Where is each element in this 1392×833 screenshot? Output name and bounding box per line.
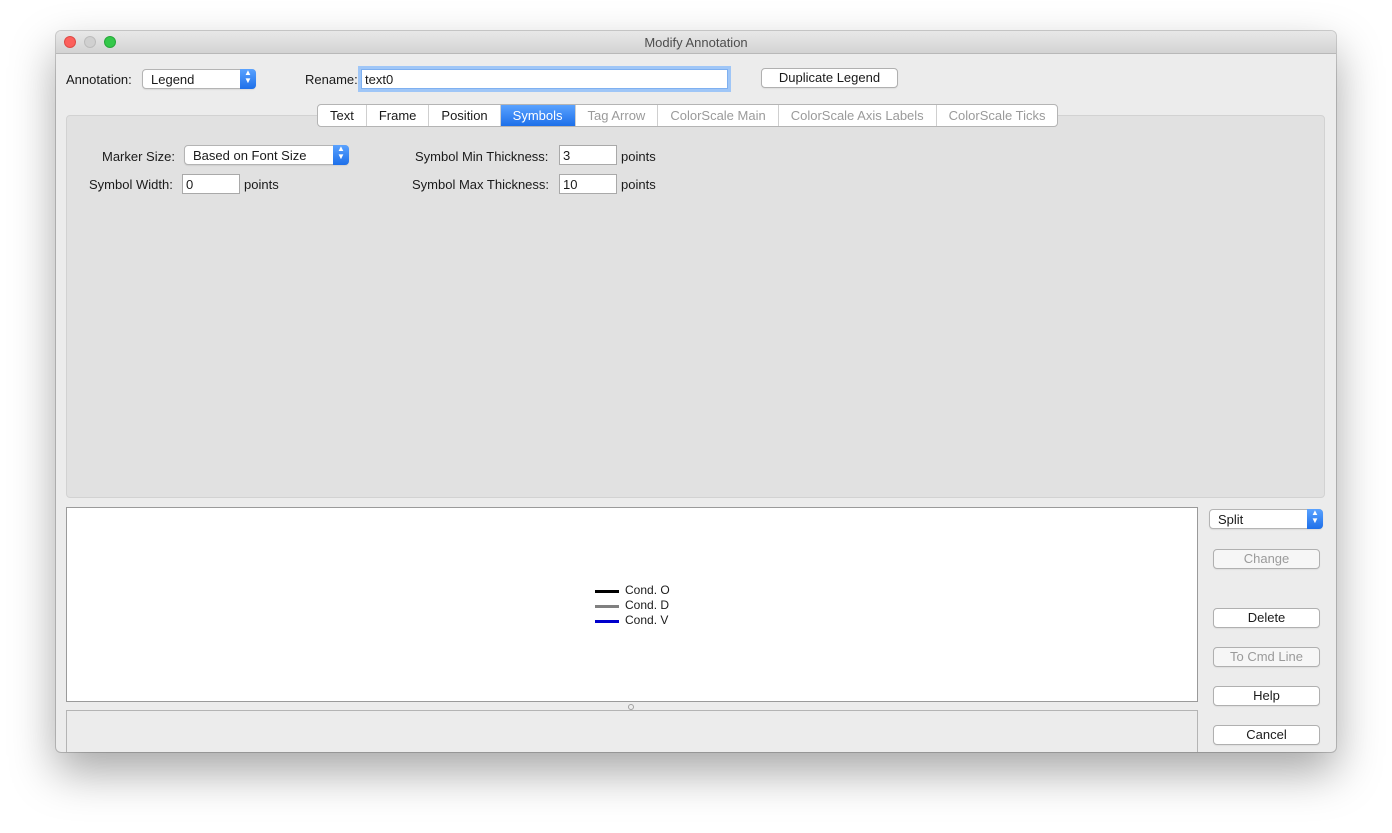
to-cmd-line-button[interactable]: To Cmd Line <box>1213 647 1320 667</box>
marker-size-label: Marker Size: <box>102 149 175 164</box>
title-bar: Modify Annotation <box>56 31 1336 54</box>
symbol-width-input[interactable]: 0 <box>182 174 240 194</box>
mode-popup-value: Split <box>1218 512 1244 527</box>
duplicate-legend-button[interactable]: Duplicate Legend <box>761 68 898 88</box>
legend-line-swatch <box>595 605 619 608</box>
window-title: Modify Annotation <box>644 35 748 50</box>
annotation-popup-value: Legend <box>151 72 195 87</box>
min-thickness-unit: points <box>621 149 656 164</box>
tab-colorscale-main[interactable]: ColorScale Main <box>658 105 779 126</box>
tab-colorscale-ticks[interactable]: ColorScale Ticks <box>937 105 1058 126</box>
mode-popup[interactable]: Split ▲ ▼ <box>1209 509 1323 529</box>
cancel-button[interactable]: Cancel <box>1213 725 1320 745</box>
change-button[interactable]: Change <box>1213 549 1320 569</box>
tab-colorscale-axis-labels[interactable]: ColorScale Axis Labels <box>779 105 937 126</box>
tab-frame[interactable]: Frame <box>367 105 430 126</box>
rename-label: Rename: <box>305 72 358 87</box>
popup-arrows-icon: ▲ ▼ <box>1307 509 1323 529</box>
delete-button[interactable]: Delete <box>1213 608 1320 628</box>
max-thickness-input[interactable]: 10 <box>559 174 617 194</box>
tab-text[interactable]: Text <box>318 105 367 126</box>
rename-input[interactable]: text0 <box>361 69 728 89</box>
max-thickness-label: Symbol Max Thickness: <box>412 177 550 192</box>
popup-arrows-icon: ▲ ▼ <box>240 69 256 89</box>
symbols-panel: Marker Size: Based on Font Size ▲ ▼ Symbo… <box>66 115 1325 498</box>
annotation-label: Annotation: <box>66 72 132 87</box>
symbol-width-label: Symbol Width: <box>89 177 173 192</box>
marker-size-value: Based on Font Size <box>193 148 307 163</box>
tab-position[interactable]: Position <box>429 105 501 126</box>
min-thickness-input[interactable]: 3 <box>559 145 617 165</box>
annotation-popup[interactable]: Legend ▲ ▼ <box>142 69 256 89</box>
symbol-width-unit: points <box>244 177 279 192</box>
help-button[interactable]: Help <box>1213 686 1320 706</box>
max-thickness-unit: points <box>621 177 656 192</box>
min-thickness-label: Symbol Min Thickness: <box>415 149 549 164</box>
tab-symbols[interactable]: Symbols <box>500 105 576 126</box>
tab-bar: Text Frame Position Symbols Tag Arrow ColorSc… <box>317 104 1059 127</box>
annotation-preview: Cond. O Cond. D Cond. V <box>66 507 1198 702</box>
tab-tag-arrow[interactable]: Tag Arrow <box>576 105 659 126</box>
legend-entry-label: Cond. V <box>625 613 669 627</box>
legend-line-swatch <box>595 590 619 593</box>
popup-arrows-icon: ▲ ▼ <box>333 145 349 165</box>
legend-entry-label: Cond. D <box>625 598 670 612</box>
modify-annotation-dialog: Modify Annotation Annotation: Legend ▲ ▼ … <box>56 31 1336 752</box>
marker-size-popup[interactable]: Based on Font Size ▲ ▼ <box>184 145 349 165</box>
legend-entry-label: Cond. O <box>625 583 670 597</box>
legend-line-swatch <box>595 620 619 623</box>
annotation-text-area[interactable] <box>66 710 1198 752</box>
